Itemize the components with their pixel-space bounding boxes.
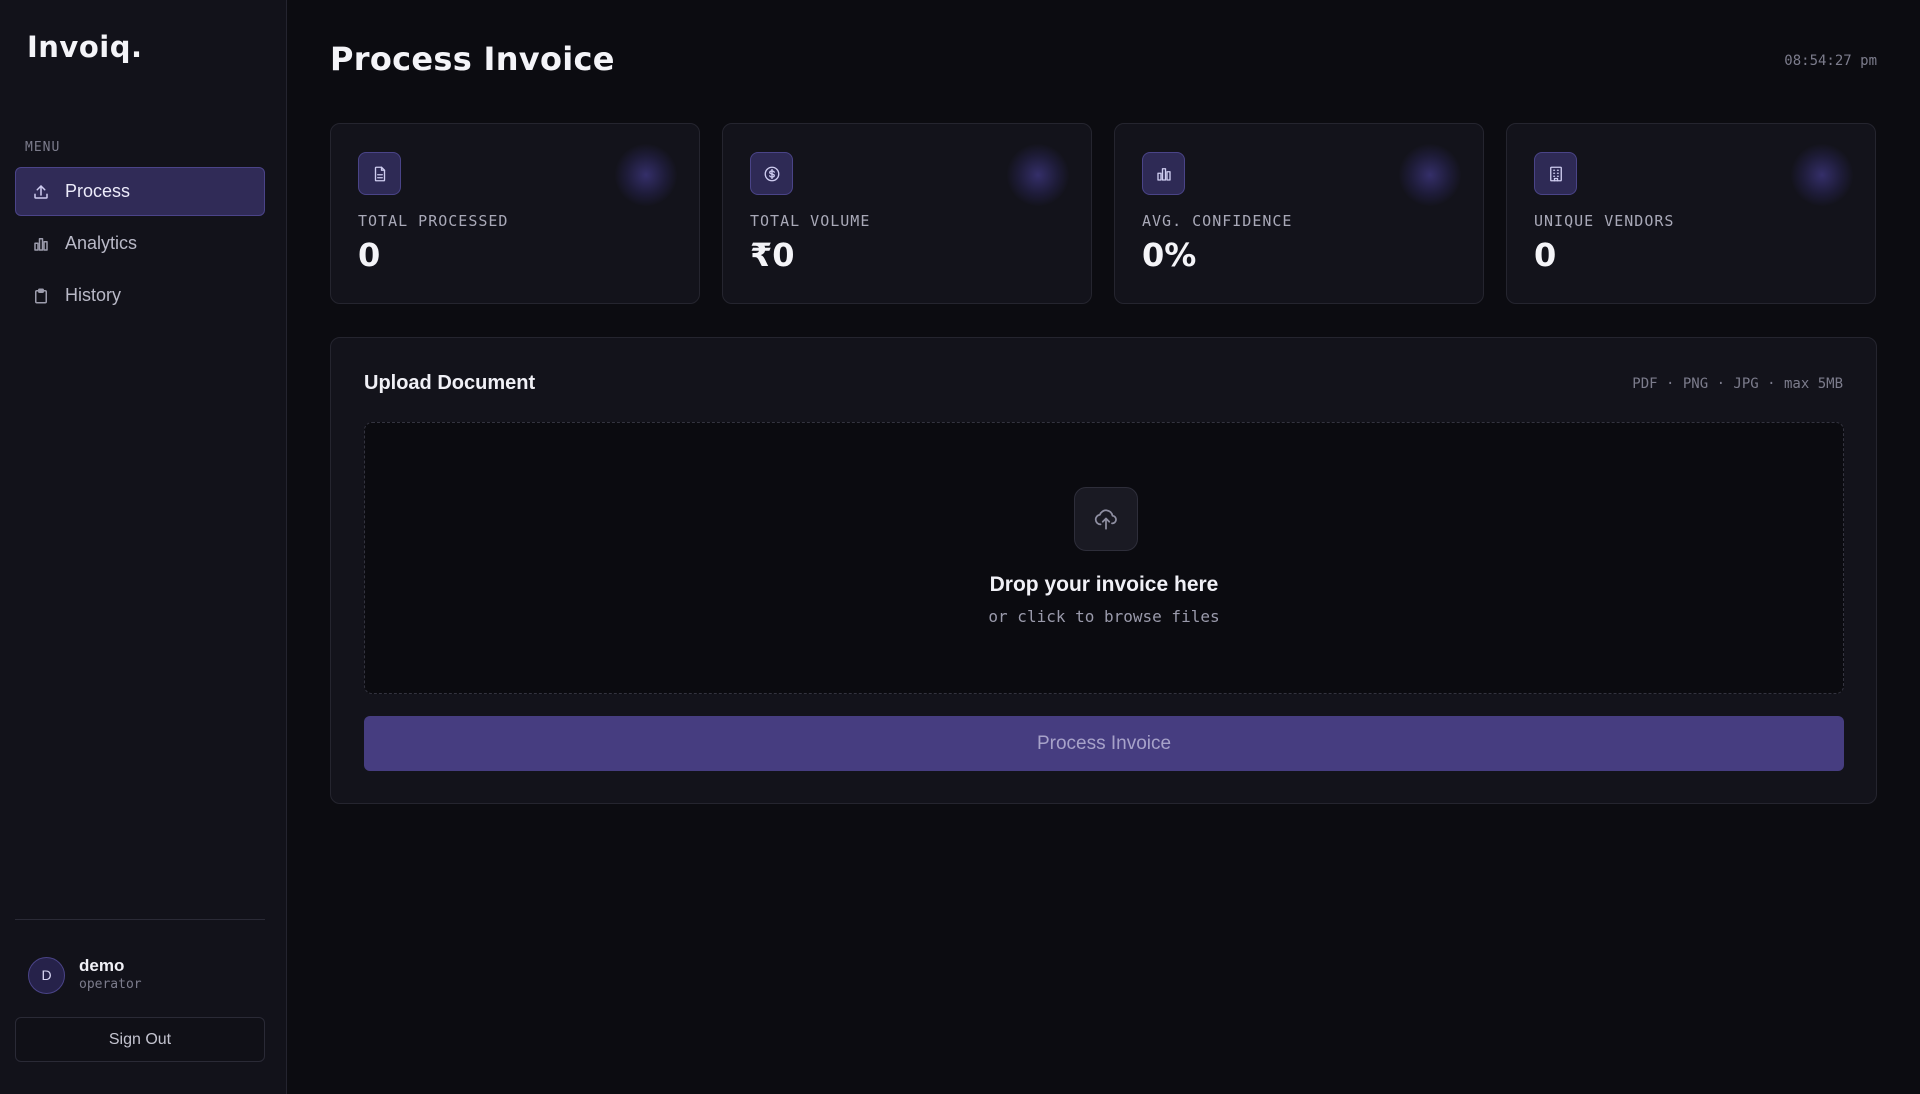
sidebar-item-history[interactable]: History (15, 271, 265, 320)
stat-card-total-volume: TOTAL VOLUME ₹0 (722, 123, 1092, 304)
bar-chart-icon (31, 234, 51, 254)
upload-title: Upload Document (364, 372, 536, 394)
upload-formats: PDF · PNG · JPG · max 5MB (1632, 376, 1843, 392)
stat-value: 0% (1142, 236, 1197, 274)
stat-card-total-processed: TOTAL PROCESSED 0 (330, 123, 700, 304)
file-dropzone[interactable]: Drop your invoice here or click to brows… (364, 422, 1844, 694)
stats-row: TOTAL PROCESSED 0 TOTAL VOLUME ₹0 AVG. C… (330, 123, 1876, 304)
clipboard-icon (31, 286, 51, 306)
drop-title: Drop your invoice here (989, 573, 1219, 596)
stat-card-unique-vendors: UNIQUE VENDORS 0 (1506, 123, 1876, 304)
avatar: D (28, 956, 65, 994)
stat-glow (1007, 144, 1069, 206)
stat-glow (1791, 144, 1853, 206)
stat-label: TOTAL VOLUME (750, 212, 871, 230)
stat-label: TOTAL PROCESSED (358, 212, 509, 230)
clock: 08:54:27 pm (1784, 53, 1877, 69)
menu-heading: MENU (25, 140, 61, 155)
page-title: Process Invoice (330, 40, 615, 78)
main-content: Process Invoice 08:54:27 pm TOTAL PROCES… (287, 0, 1920, 1094)
user-name: demo (79, 956, 125, 975)
upload-panel: Upload Document PDF · PNG · JPG · max 5M… (330, 337, 1877, 804)
user-profile: D demo operator (28, 956, 142, 994)
sidebar-item-process[interactable]: Process (15, 167, 265, 216)
user-role: operator (79, 977, 142, 992)
stat-label: UNIQUE VENDORS (1534, 212, 1675, 230)
sidebar-item-label: History (65, 285, 122, 305)
stat-value: 0 (1534, 236, 1557, 274)
upload-icon (31, 182, 51, 202)
stat-value: ₹0 (750, 236, 795, 274)
stat-card-avg-confidence: AVG. CONFIDENCE 0% (1114, 123, 1484, 304)
process-invoice-button[interactable]: Process Invoice (364, 716, 1844, 771)
sidebar-nav: Process Analytics History (15, 167, 265, 323)
sidebar-divider (15, 919, 265, 920)
sidebar: Invoiq. MENU Process Analytics History D… (0, 0, 287, 1094)
dollar-coin-icon (750, 152, 793, 195)
bar-chart-icon (1142, 152, 1185, 195)
sidebar-item-label: Analytics (65, 233, 138, 253)
sidebar-item-label: Process (65, 181, 131, 201)
drop-subtitle: or click to browse files (988, 607, 1220, 626)
app-logo: Invoiq. (27, 30, 143, 64)
cloud-upload-icon (1074, 487, 1138, 551)
sign-out-button[interactable]: Sign Out (15, 1017, 265, 1062)
stat-glow (1399, 144, 1461, 206)
stat-glow (615, 144, 677, 206)
stat-value: 0 (358, 236, 381, 274)
document-icon (358, 152, 401, 195)
app-root: Invoiq. MENU Process Analytics History D… (0, 0, 1920, 1094)
stat-label: AVG. CONFIDENCE (1142, 212, 1293, 230)
sidebar-item-analytics[interactable]: Analytics (15, 219, 265, 268)
building-icon (1534, 152, 1577, 195)
